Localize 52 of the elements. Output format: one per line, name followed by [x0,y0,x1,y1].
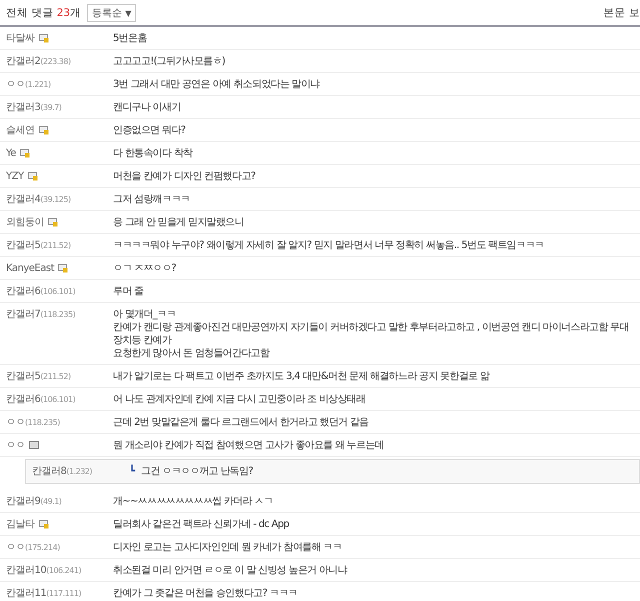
nickname[interactable]: 칸갤러8(1.232) [32,465,92,478]
comment-text: 5번온홈 [113,32,147,45]
nickname[interactable]: 칸갤러3(39.7) [6,101,62,114]
reply-marker: ┗ [129,465,136,478]
comment-text: 뭔 개소리야 칸예가 직접 참여했으면 고사가 좋아요를 왜 누르는데 [113,439,384,452]
comment-text: 그저 섬랑깨ㅋㅋㅋ [113,193,190,206]
comment-text: 근데 2번 맞말같은게 룰다 르그랜드에서 한거라고 했던거 같음 [113,416,369,429]
nickname[interactable]: KanyeEast [6,262,54,275]
comment-text: 캔디구나 이새기 [113,101,181,114]
nickname[interactable]: 외힘둥이 [6,216,44,229]
comment-text: 고고고고!(그뒤가사모름ㅎ) [113,55,226,68]
nickname[interactable]: 김날타 [6,518,34,531]
nickname[interactable]: 칸갤러6(106.101) [6,393,76,406]
nickname[interactable]: YZY [6,170,24,183]
comment-text: 응 그래 안 믿을게 믿지말랬으니 [113,216,244,229]
sort-dropdown[interactable]: 등록순 ▼ [87,4,136,22]
comment-text: 칸예가 그 좃같은 머천을 승인했다고? ㅋㅋㅋ [113,587,298,600]
comment-text: ㅋㅋㅋㅋ뭐야 누구야? 왜이렇게 자세히 잘 알지? 믿지 말라면서 너무 정확히 써놓음.. 5번도 팩트임ㅋㅋㅋ [113,239,544,252]
comment-text: ㅇㄱ ㅈㅉㅇㅇ? [113,262,176,275]
comment-text: 머천을 칸예가 디자인 컨펌했다고? [113,170,256,183]
comment-text: 딜러회사 같은건 팩트라 신뢰가네 - dc App [113,518,289,531]
comment-text: 디자인 로고는 고사디자인인데 뭔 카네가 참여를해 ㅋㅋ [113,541,342,554]
nickname[interactable]: 칸갤러9(49.1) [6,495,62,508]
comment-text: 그건 ㅇㅋㅇㅇ꺼고 난독임? [141,465,253,478]
comment-text: 루머 줄 [113,285,144,298]
nickname[interactable]: 칸갤러4(39.125) [6,193,71,206]
nickname[interactable]: 칸갤러10(106.241) [6,564,82,577]
nickname[interactable]: ㅇㅇ(175.214) [6,541,60,554]
comment-text: 아 몇개더_ㅋㅋ [113,308,177,321]
nickname[interactable]: 칸갤러5(211.52) [6,239,71,252]
comment-text: 내가 알기로는 다 팩트고 이번주 초까지도 3,4 대만&머천 문제 해결하느라 공지 못한걸로 앎 [113,370,490,383]
comment-text: 어 나도 관계자인데 칸예 지금 다시 고민중이라 조 비상상태래 [113,393,366,406]
comment-text: 인증없으면 뭐다? [113,124,186,137]
nickname[interactable]: Ye [6,147,16,160]
nickname[interactable]: 칸갤러6(106.101) [6,285,76,298]
view-post-link[interactable]: 본문 보 [604,6,640,20]
comment-count-label: 전체 댓글 23개 [6,6,82,20]
comment-text: 개~~ㅆㅆㅆㅆㅆㅆㅆㅆ씹 카더라 ㅅㄱ [113,495,273,508]
nickname[interactable]: 타달싸 [6,32,34,45]
comment-text: 3번 그래서 대만 공연은 아예 취소되었다는 말이냐 [113,78,320,91]
comment-text: 취소된걸 미리 안거면 ㄹㅇ로 이 말 신빙성 높은거 아니냐 [113,564,347,577]
comment-text: 칸예가 캔디랑 관계좋아진건 대만공연까지 자기들이 커버하겠다고 말한 후부터라고하고 , 이번공연 캔디 마이너스라고함 무대장치등 칸예가 [113,321,630,347]
comment-text: 다 한통속이다 착착 [113,147,192,160]
nickname[interactable]: 슬세연 [6,124,34,137]
nickname[interactable]: 칸갤러5(211.52) [6,370,71,383]
comment-text: 요청한게 많아서 돈 엄청들어간다고함 [113,347,271,360]
nickname[interactable]: ㅇㅇ [6,439,25,452]
nickname[interactable]: 칸갤러7(118.235) [6,308,76,321]
nickname[interactable]: 칸갤러2(223.38) [6,55,71,68]
nickname[interactable]: 칸갤러11(117.111) [6,587,82,600]
nickname[interactable]: ㅇㅇ(118.235) [6,416,60,429]
nickname[interactable]: ㅇㅇ(1.221) [6,78,51,91]
